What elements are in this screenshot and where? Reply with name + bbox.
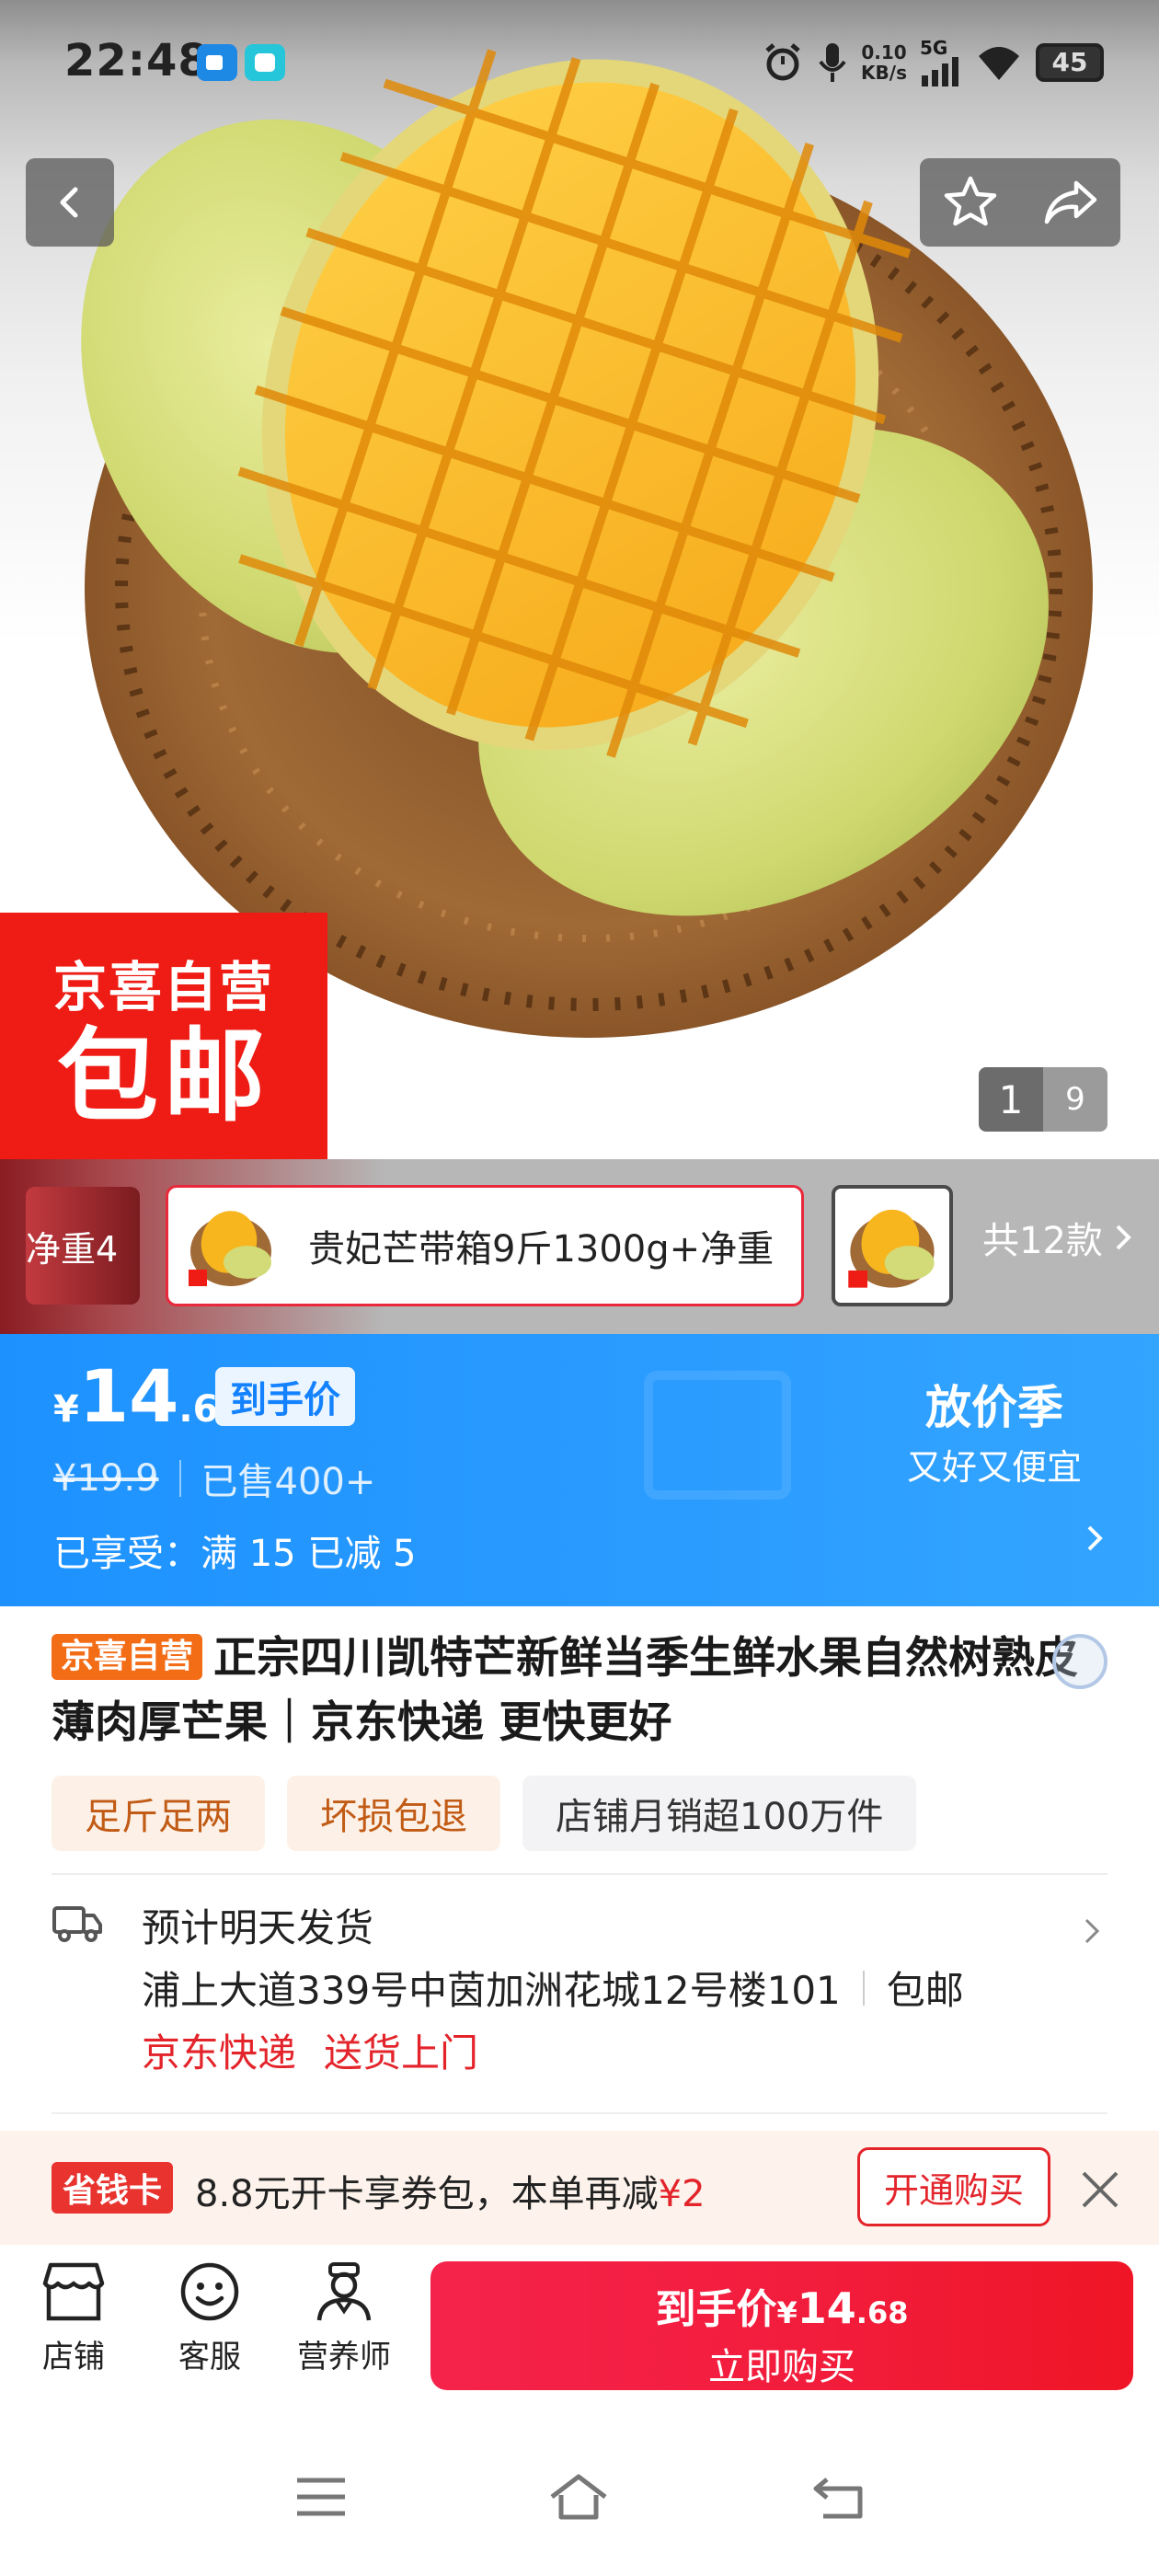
- back-icon: [60, 187, 78, 218]
- shipping-service: 京东快递 送货上门: [142, 2030, 479, 2076]
- variant-thumbnail: [181, 1196, 281, 1295]
- variant-label: 贵妃芒带箱9斤1300g+净重: [308, 1228, 775, 1271]
- savings-card-banner: 省钱卡 8.8元开卡享券包，本单再减¥2 开通购买: [0, 2131, 1159, 2245]
- shop-icon: [42, 2262, 105, 2321]
- status-time: 22:48: [64, 35, 210, 86]
- signal-5g: 5G: [920, 39, 962, 86]
- shop-button[interactable]: 店铺: [18, 2261, 129, 2376]
- return-icon: [813, 2478, 863, 2519]
- promo-line2: 包邮: [57, 1018, 270, 1135]
- variant-active[interactable]: 贵妃芒带箱9斤1300g+净重: [166, 1185, 804, 1306]
- top-actions: [920, 158, 1120, 247]
- nutritionist-icon: [316, 2262, 372, 2321]
- variant-selector: 净重4 贵妃芒带箱9斤1300g+净重 共12款: [0, 1159, 1159, 1334]
- original-price: ¥19.9: [53, 1457, 159, 1500]
- price-banner: ¥14.68 到手价 ¥19.9 已售400+ 已享受：满 15 已减 5 放价…: [0, 1334, 1159, 1606]
- truck-icon: [52, 1906, 102, 1942]
- home-button[interactable]: [537, 2460, 620, 2534]
- back-button[interactable]: [26, 158, 114, 247]
- buy-now-button[interactable]: 到手价¥14.68 立即购买: [430, 2261, 1133, 2390]
- video-app-icon: [197, 44, 237, 81]
- promo-season: 放价季 又好又便宜: [906, 1381, 1082, 1488]
- signal-icon: [922, 57, 958, 86]
- banner-decoration: [644, 1371, 791, 1500]
- return-button[interactable]: [797, 2460, 879, 2534]
- open-card-button[interactable]: 开通购买: [857, 2147, 1050, 2226]
- status-bar: 22:48 0.10 KB/s 5G 45: [0, 0, 1159, 129]
- promo-line1: 京喜自营: [52, 956, 274, 1018]
- wifi-icon: [979, 47, 1019, 80]
- image-pager: 1 9: [979, 1067, 1107, 1132]
- chip-damage-refund: 坏损包退: [287, 1776, 500, 1851]
- alarm-icon: [765, 43, 800, 81]
- service-chips: 足斤足两 坏损包退 店铺月销超100万件: [52, 1776, 917, 1851]
- favorite-button[interactable]: [920, 158, 1020, 247]
- share-button[interactable]: [1020, 158, 1120, 247]
- product-title: 京喜自营 正宗四川凯特芒新鲜当季生鲜水果自然树熟皮薄肉厚芒果｜京东快递 更快更好: [52, 1633, 1079, 1748]
- final-price-tag: 到手价: [215, 1367, 355, 1426]
- floating-assist-button[interactable]: [1052, 1634, 1107, 1689]
- net-speed: 0.10 KB/s: [861, 41, 907, 84]
- self-operated-tag: 京喜自营: [52, 1634, 203, 1680]
- nutritionist-button[interactable]: 营养师: [289, 2261, 399, 2376]
- system-navigation-bar: [0, 2409, 1159, 2576]
- variant-option[interactable]: [832, 1185, 953, 1306]
- shipping-eta: 预计明天发货: [142, 1905, 374, 1950]
- savings-card-tag: 省钱卡: [52, 2162, 174, 2214]
- divider: [52, 2112, 1107, 2114]
- savings-card-text: 8.8元开卡享券包，本单再减¥2: [195, 2173, 706, 2215]
- bottom-action-bar: 店铺 客服 营养师 到手价¥14.68 立即购买: [0, 2245, 1159, 2409]
- menu-button[interactable]: [280, 2460, 362, 2534]
- customer-service-button[interactable]: 客服: [155, 2261, 265, 2376]
- variant-prev[interactable]: 净重4: [26, 1187, 140, 1305]
- service-icon: [180, 2262, 239, 2321]
- chevron-right-icon: [1116, 1225, 1131, 1250]
- all-variants-link[interactable]: 共12款: [982, 1211, 1132, 1264]
- share-icon: [1044, 180, 1096, 224]
- chip-monthly-sales: 店铺月销超100万件: [522, 1776, 917, 1851]
- pager-current: 1: [979, 1067, 1043, 1132]
- divider: [52, 1873, 1107, 1875]
- promo-badge: 京喜自营 包邮: [0, 913, 327, 1159]
- chat-app-icon: [245, 44, 285, 81]
- close-icon[interactable]: [1078, 2168, 1122, 2212]
- pager-total: 9: [1043, 1067, 1107, 1132]
- sold-count: 已售400+: [201, 1461, 376, 1503]
- chevron-right-icon[interactable]: [1085, 1524, 1104, 1553]
- price-meta: ¥19.9 已售400+: [53, 1452, 375, 1505]
- battery-indicator: 45: [1036, 43, 1104, 82]
- product-info: 京喜自营 正宗四川凯特芒新鲜当季生鲜水果自然树熟皮薄肉厚芒果｜京东快递 更快更好 …: [0, 1606, 1159, 2131]
- mic-icon: [819, 43, 846, 82]
- menu-icon: [297, 2478, 345, 2516]
- free-shipping: 包邮: [886, 1968, 964, 2013]
- product-image-gallery[interactable]: 22:48 0.10 KB/s 5G 45 京喜自营 包邮 1 9: [0, 0, 1159, 1159]
- chip-weight: 足斤足两: [52, 1776, 265, 1851]
- home-icon: [550, 2474, 607, 2520]
- discount-applied[interactable]: 已享受：满 15 已减 5: [53, 1524, 417, 1577]
- chevron-right-icon[interactable]: [1084, 1917, 1100, 1945]
- star-icon: [944, 176, 996, 226]
- shipping-address[interactable]: 浦上大道339号中茵加洲花城12号楼101 包邮: [142, 1960, 964, 2016]
